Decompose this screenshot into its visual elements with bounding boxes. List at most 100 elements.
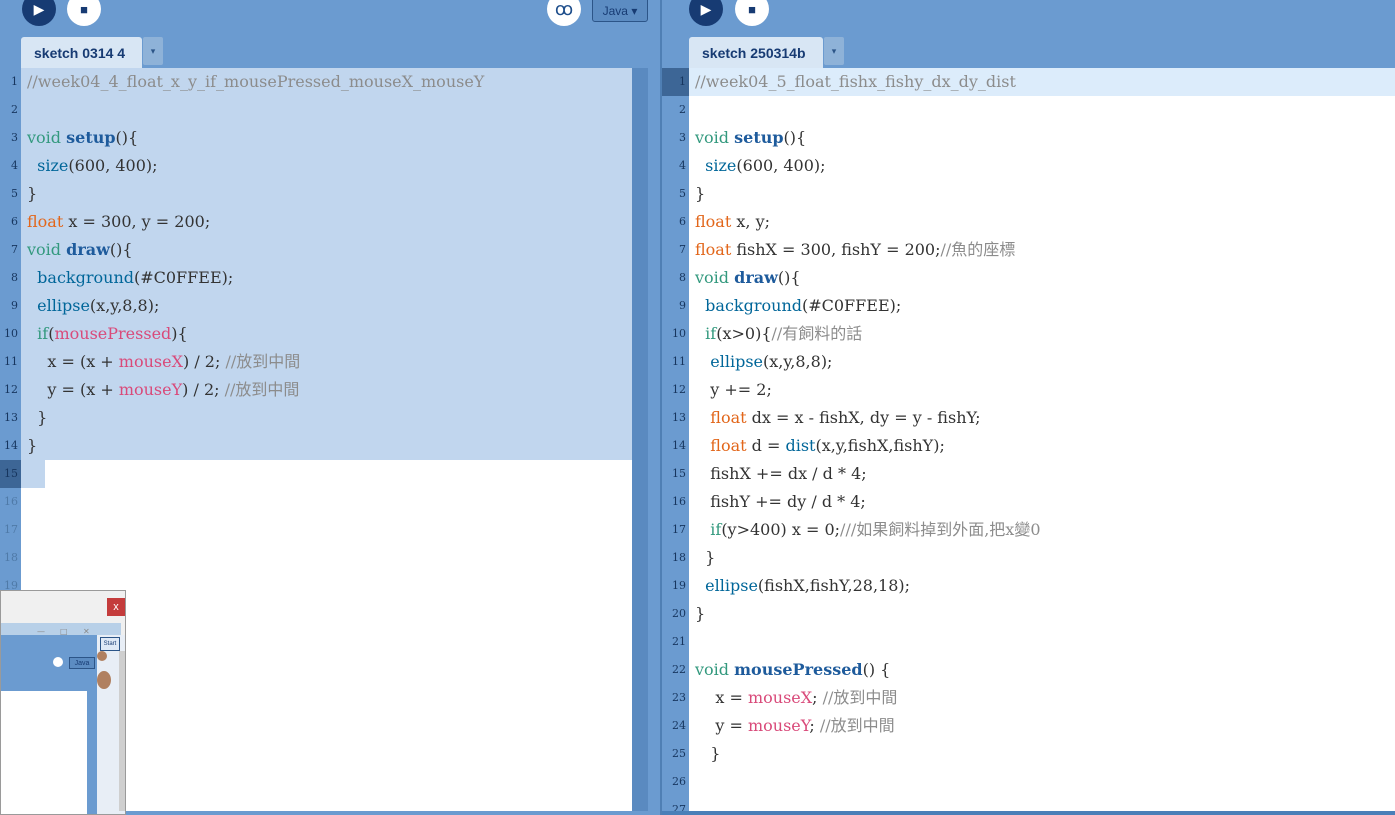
line-number: 11	[672, 355, 686, 368]
code-line-10: if(mousePressed){	[37, 324, 188, 343]
code-line-20: }	[695, 604, 706, 623]
code-line-1: //week04_5_float_fishx_fishy_dx_dy_dist	[695, 72, 1016, 91]
line-number: 3	[679, 131, 686, 144]
stop-icon: ■	[80, 1, 88, 17]
code-line-16: fishY += dy / d * 4;	[695, 492, 866, 511]
code-line-22: void mousePressed() {	[695, 660, 891, 679]
line-number: 20	[672, 607, 686, 620]
tab-sketch-0314-4[interactable]: sketch 0314 4	[21, 37, 142, 68]
mode-label: Java	[602, 4, 628, 18]
run-button[interactable]: ▶	[22, 0, 56, 26]
code-editor[interactable]: //week04_5_float_fishx_fishy_dx_dy_dist …	[689, 68, 1395, 811]
line-number: 26	[672, 775, 686, 788]
run-button[interactable]: ▶	[689, 0, 723, 26]
chevron-down-icon: ▾	[150, 45, 156, 56]
line-number: 12	[4, 383, 18, 396]
code-line-8: background(#C0FFEE);	[37, 268, 234, 287]
code-line-23: x = mouseX; //放到中間	[695, 688, 898, 707]
stop-button[interactable]: ■	[67, 0, 101, 26]
avatar	[97, 651, 107, 661]
code-line-9: background(#C0FFEE);	[705, 296, 902, 315]
code-line-13: float dx = x - fishX, dy = y - fishY;	[710, 408, 981, 427]
line-number: 1	[662, 68, 689, 96]
code-line-11: x = (x + mouseX) / 2; //放到中間	[27, 352, 301, 371]
line-number: 15	[672, 467, 686, 480]
line-number: 11	[4, 355, 18, 368]
tab-menu-button[interactable]: ▾	[824, 37, 844, 65]
code-line-8: void draw(){	[695, 268, 801, 287]
line-number-gutter: 1 2 3 4 5 6 7 8 9 10 11 12 13 14 15 16 17 18 19 20 21 22 23 24 2…	[662, 68, 689, 815]
line-number: 18	[4, 551, 18, 564]
debugger-button[interactable]: ꝏ	[547, 0, 581, 26]
editor-scrollbar[interactable]	[632, 68, 648, 811]
line-number: 19	[672, 579, 686, 592]
line-number: 4	[679, 159, 686, 172]
line-number: 16	[4, 495, 18, 508]
line-number: 16	[672, 495, 686, 508]
line-number: 6	[679, 215, 686, 228]
chevron-down-icon: ▾	[831, 45, 837, 56]
close-icon: x	[113, 601, 119, 613]
code-line-10: if(x>0){//有飼料的話	[705, 324, 863, 343]
status-bar-edge	[662, 811, 1395, 815]
line-number: 3	[11, 131, 18, 144]
line-number: 2	[679, 103, 686, 116]
line-number: 23	[672, 691, 686, 704]
code-line-24: y = mouseY; //放到中間	[695, 716, 895, 735]
mode-selector-thumbnail: Java	[69, 657, 95, 669]
line-number: 10	[4, 327, 18, 340]
tab-title: sketch 0314 4	[34, 44, 126, 61]
stop-button[interactable]: ■	[735, 0, 769, 26]
line-number: 22	[672, 663, 686, 676]
play-icon: ▶	[33, 0, 45, 17]
code-line-6: float x, y;	[695, 212, 770, 231]
line-number: 21	[672, 635, 686, 648]
line-number: 5	[679, 187, 686, 200]
line-number: 6	[11, 215, 18, 228]
code-line-7: float fishX = 300, fishY = 200;//魚的座標	[695, 240, 1016, 259]
line-number: 14	[672, 439, 686, 452]
chevron-down-icon: ▾	[631, 4, 638, 18]
avatar	[97, 671, 111, 689]
line-number: 9	[679, 299, 686, 312]
tab-sketch-250314b[interactable]: sketch 250314b	[689, 37, 823, 68]
preview-scrollbar	[119, 651, 125, 811]
code-line-7: void draw(){	[27, 240, 133, 259]
mode-label: Java	[74, 659, 90, 667]
code-line-5: }	[695, 184, 706, 203]
line-number: 7	[679, 243, 686, 256]
window-preview-popup[interactable]: x — □ ✕ Java Start	[0, 590, 126, 815]
code-line-19: ellipse(fishX,fishY,28,18);	[705, 576, 911, 595]
code-line-15: fishX += dx / d * 4;	[695, 464, 867, 483]
play-icon: ▶	[700, 0, 712, 17]
code-line-1: //week04_4_float_x_y_if_mousePressed_mou…	[27, 72, 485, 91]
code-line-3: void setup(){	[695, 128, 807, 147]
line-number: 8	[11, 271, 18, 284]
code-line-11: ellipse(x,y,8,8);	[710, 352, 833, 371]
code-line-17: if(y>400) x = 0;///如果飼料掉到外面,把x變0	[710, 520, 1041, 539]
code-line-6: float x = 300, y = 200;	[27, 212, 211, 231]
code-line-9: ellipse(x,y,8,8);	[37, 296, 160, 315]
line-number: 15	[0, 460, 21, 488]
code-line-14: float d = dist(x,y,fishX,fishY);	[710, 436, 945, 455]
line-number: 9	[11, 299, 18, 312]
line-number: 7	[11, 243, 18, 256]
line-number: 5	[11, 187, 18, 200]
start-button-thumbnail: Start	[100, 637, 120, 651]
close-button[interactable]: x	[107, 598, 125, 616]
mode-selector[interactable]: Java ▾	[592, 0, 648, 22]
line-number: 18	[672, 551, 686, 564]
code-line-13: }	[27, 408, 48, 427]
code-line-12: y = (x + mouseY) / 2; //放到中間	[27, 380, 300, 399]
code-line-18: }	[695, 548, 716, 567]
line-number: 24	[672, 719, 686, 732]
line-number: 17	[672, 523, 686, 536]
code-line-25: }	[695, 744, 721, 763]
tab-menu-button[interactable]: ▾	[143, 37, 163, 65]
debug-icon	[53, 657, 63, 667]
line-number: 14	[4, 439, 18, 452]
line-number: 4	[11, 159, 18, 172]
code-line-3: void setup(){	[27, 128, 139, 147]
line-number: 1	[11, 75, 18, 88]
preview-editor	[1, 691, 87, 814]
